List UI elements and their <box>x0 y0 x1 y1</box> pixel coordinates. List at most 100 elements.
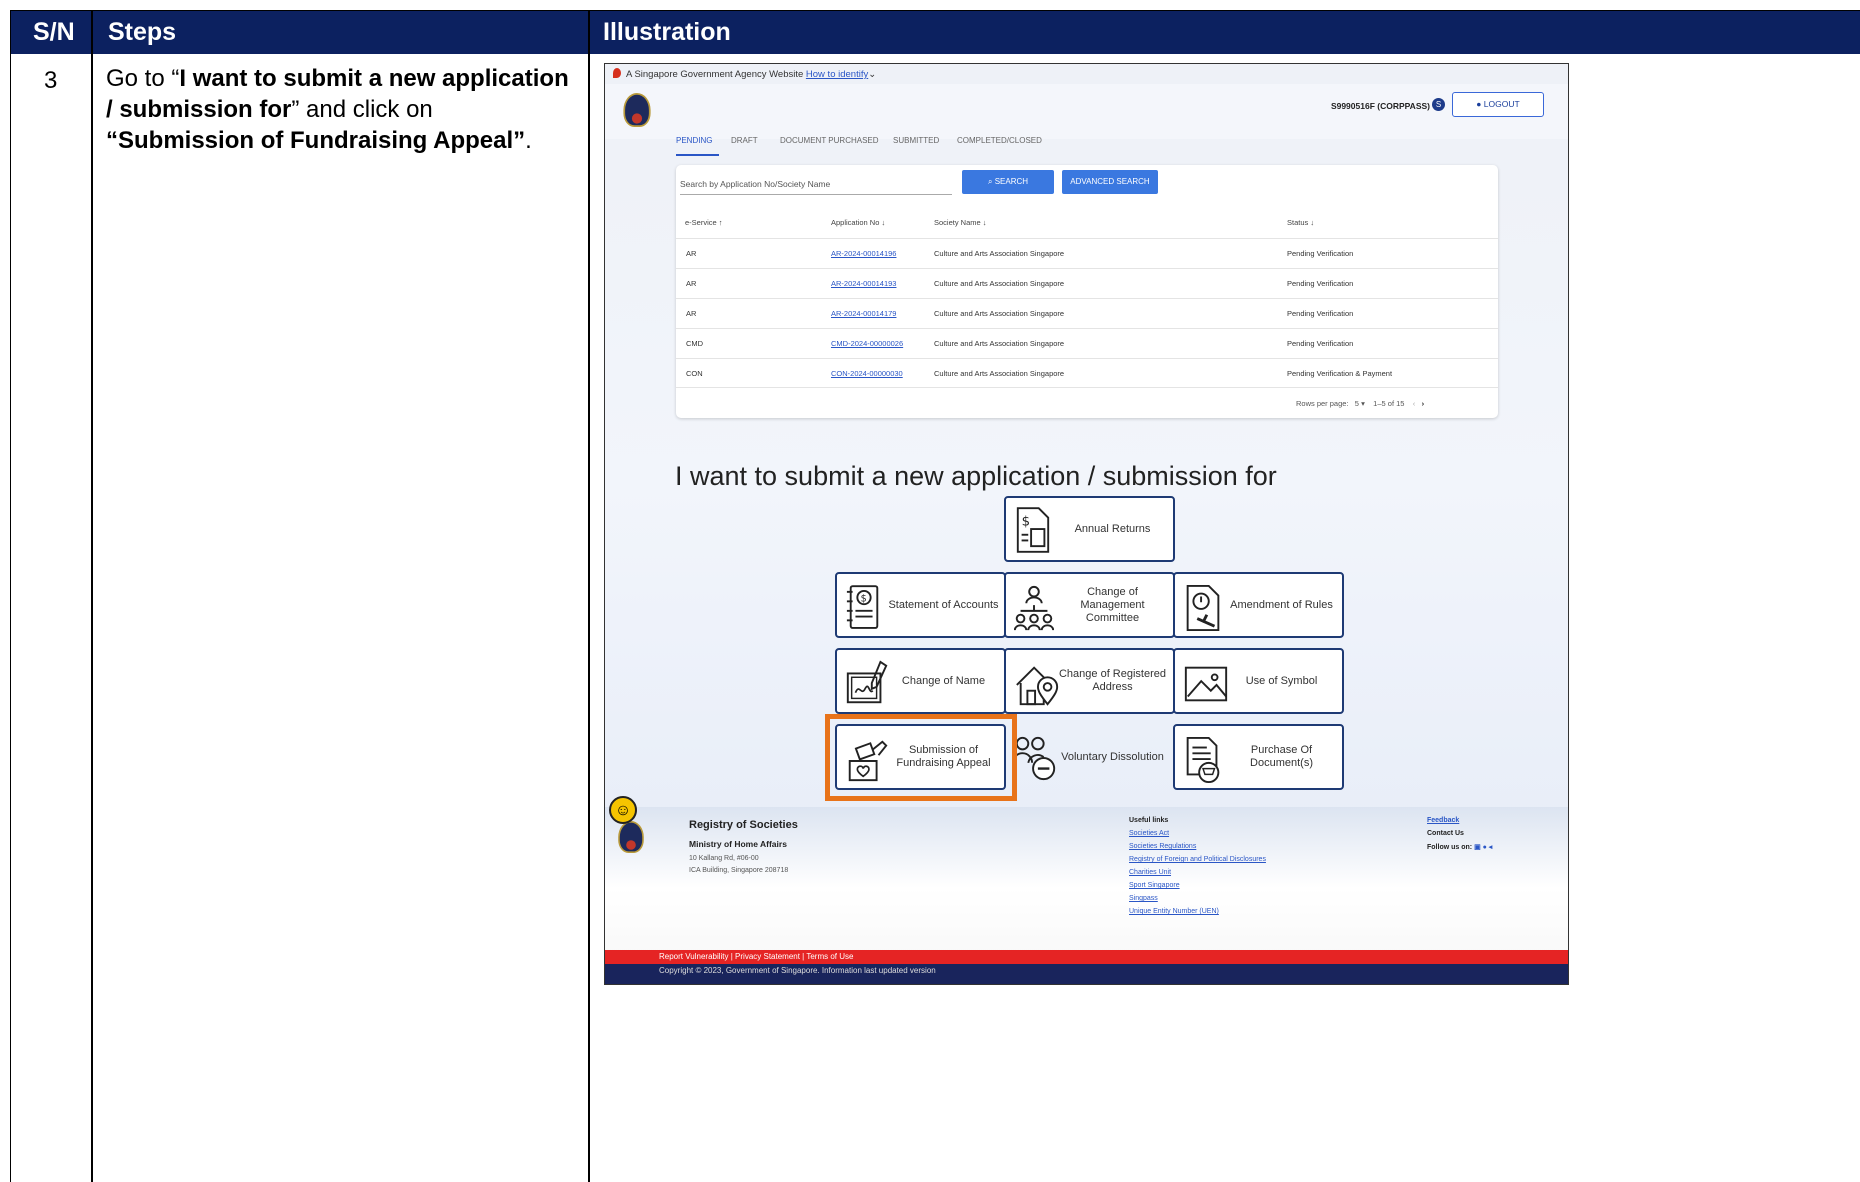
cell-application-link[interactable]: CON-2024-00000030 <box>831 369 903 378</box>
table-row: AR AR-2024-00014196 Culture and Arts Ass… <box>676 238 1498 268</box>
prev-page-icon[interactable]: ‹ <box>1413 399 1416 408</box>
cell-status: Pending Verification <box>1287 309 1354 318</box>
cell-status: Pending Verification <box>1287 339 1354 348</box>
applications-card: Search by Application No/Society Name ⌕ … <box>676 165 1498 418</box>
user-badge: S <box>1432 98 1445 111</box>
tile-change-of-registered-address[interactable]: Change of Registered Address <box>1004 648 1175 714</box>
contact-us-link[interactable]: Contact Us <box>1427 830 1464 837</box>
search-button[interactable]: ⌕ SEARCH <box>962 170 1054 194</box>
chevron-down-icon: ⌄ <box>868 69 877 80</box>
tile-use-of-symbol[interactable]: Use of Symbol <box>1173 648 1344 714</box>
footer-link[interactable]: Charities Unit <box>1129 869 1171 876</box>
footer-link[interactable]: Singpass <box>1129 895 1158 902</box>
house-location-icon <box>1016 666 1059 706</box>
tile-label: Statement of Accounts <box>888 598 999 611</box>
cell-application-link[interactable]: AR-2024-00014193 <box>831 279 896 288</box>
account-book-icon: $ <box>846 585 879 629</box>
tile-label: Use of Symbol <box>1245 674 1318 687</box>
tile-voluntary-dissolution[interactable]: Voluntary Dissolution <box>1004 724 1175 790</box>
follow-us-label: Follow us on: <box>1427 844 1473 851</box>
cell-eservice: AR <box>686 309 697 318</box>
step-text: Go to “ <box>106 65 180 92</box>
caret-down-icon: ▾ <box>1361 399 1365 408</box>
footer-address-line-2: ICA Building, Singapore 208718 <box>689 867 789 874</box>
active-tab-indicator <box>676 154 719 156</box>
tab-draft[interactable]: DRAFT <box>731 136 758 145</box>
feedback-smiley-icon[interactable]: ☺ <box>609 796 637 824</box>
cell-status: Pending Verification <box>1287 249 1354 258</box>
step-text: ” and click on <box>291 96 433 123</box>
cell-society: Culture and Arts Association Singapore <box>934 339 1065 348</box>
document-cart-icon <box>1186 736 1220 784</box>
next-page-icon[interactable]: › <box>1422 399 1425 408</box>
copyright-bar: Copyright © 2023, Government of Singapor… <box>605 964 1568 984</box>
tile-amendment-of-rules[interactable]: Amendment of Rules <box>1173 572 1344 638</box>
highlight-box <box>825 714 1017 801</box>
app-header: S9990516F (CORPPASS) S ● LOGOUT <box>605 84 1568 139</box>
tile-label: Change of Name <box>901 674 986 687</box>
footer-link[interactable]: Sport Singapore <box>1129 882 1180 889</box>
column-society-name[interactable]: Society Name ↓ <box>934 218 987 227</box>
cell-society: Culture and Arts Association Singapore <box>934 369 1065 378</box>
footer-link[interactable]: Unique Entity Number (UEN) <box>1129 908 1219 915</box>
row-sn: 3 <box>44 67 58 94</box>
cell-society: Culture and Arts Association Singapore <box>934 279 1065 288</box>
calculator-document-icon: $ <box>1016 507 1050 553</box>
pagination-range: 1–5 of 15 <box>1373 399 1405 408</box>
cell-status: Pending Verification & Payment <box>1287 369 1393 378</box>
header-sn: S/N <box>33 18 75 46</box>
table-row: CMD CMD-2024-00000026 Culture and Arts A… <box>676 328 1498 358</box>
footer-link[interactable]: Societies Act <box>1129 830 1169 837</box>
footer-link[interactable]: Registry of Foreign and Political Disclo… <box>1129 856 1266 863</box>
how-to-identify-link[interactable]: How to identify <box>806 69 868 80</box>
step-instruction: Go to “I want to submit a new applicatio… <box>106 63 576 156</box>
search-label: SEARCH <box>994 177 1029 186</box>
tile-label: Amendment of Rules <box>1230 598 1333 611</box>
tile-label: Annual Returns <box>1074 522 1151 535</box>
lion-head-icon <box>613 68 621 78</box>
footer-ministry: Ministry of Home Affairs <box>689 839 787 849</box>
table-row: AR AR-2024-00014193 Culture and Arts Ass… <box>676 268 1498 298</box>
footer-link[interactable]: Societies Regulations <box>1129 843 1196 850</box>
cell-application-link[interactable]: AR-2024-00014179 <box>831 309 896 318</box>
column-status[interactable]: Status ↓ <box>1287 218 1314 227</box>
column-eservice[interactable]: e-Service ↑ <box>685 218 723 227</box>
tab-completed-closed[interactable]: COMPLETED/CLOSED <box>957 136 1042 145</box>
rows-per-page-select[interactable]: 5 ▾ <box>1355 399 1365 408</box>
rows-per-page-value: 5 <box>1354 399 1359 408</box>
header-steps: Steps <box>108 18 177 46</box>
image-icon <box>1184 666 1228 702</box>
svg-text:$: $ <box>861 593 867 604</box>
gov-banner: A Singapore Government Agency Website Ho… <box>605 64 1568 84</box>
tile-statement-of-accounts[interactable]: $ Statement of Accounts <box>835 572 1006 638</box>
ros-logo-icon <box>618 821 644 853</box>
logout-button[interactable]: ● LOGOUT <box>1452 92 1544 117</box>
cell-application-link[interactable]: CMD-2024-00000026 <box>831 339 903 348</box>
svg-text:$: $ <box>1022 514 1030 529</box>
tile-label: Voluntary Dissolution <box>1061 750 1164 763</box>
user-circle-icon: ● <box>1476 99 1482 109</box>
feedback-link[interactable]: Feedback <box>1427 817 1459 824</box>
footer-address-line-1: 10 Kallang Rd, #06-00 <box>689 855 759 862</box>
tab-submitted[interactable]: SUBMITTED <box>893 136 939 145</box>
search-input[interactable]: Search by Application No/Society Name <box>680 179 952 195</box>
column-application-no[interactable]: Application No ↓ <box>831 218 885 227</box>
logout-label: LOGOUT <box>1483 99 1520 109</box>
tile-purchase-of-documents[interactable]: Purchase Of Document(s) <box>1173 724 1344 790</box>
tab-pending[interactable]: PENDING <box>676 136 712 145</box>
cell-society: Culture and Arts Association Singapore <box>934 249 1065 258</box>
cell-application-link[interactable]: AR-2024-00014196 <box>831 249 896 258</box>
tile-change-of-management-committee[interactable]: Change of Management Committee <box>1004 572 1175 638</box>
tile-annual-returns[interactable]: $ Annual Returns <box>1004 496 1175 562</box>
table-row: CON CON-2024-00000030 Culture and Arts A… <box>676 358 1498 388</box>
legal-bar[interactable]: Report Vulnerability | Privacy Statement… <box>605 950 1568 964</box>
table-row: AR AR-2024-00014179 Culture and Arts Ass… <box>676 298 1498 328</box>
cell-eservice: CON <box>686 369 703 378</box>
advanced-search-button[interactable]: ADVANCED SEARCH <box>1062 170 1158 194</box>
tab-document-purchased[interactable]: DOCUMENT PURCHASED <box>780 136 879 145</box>
tile-change-of-name[interactable]: Change of Name <box>835 648 1006 714</box>
social-icons[interactable]: ▣ ● ◂ <box>1474 844 1492 851</box>
column-divider <box>588 11 590 1182</box>
footer-org: Registry of Societies <box>689 819 798 831</box>
tile-label: Change of Management Committee <box>1080 585 1145 624</box>
